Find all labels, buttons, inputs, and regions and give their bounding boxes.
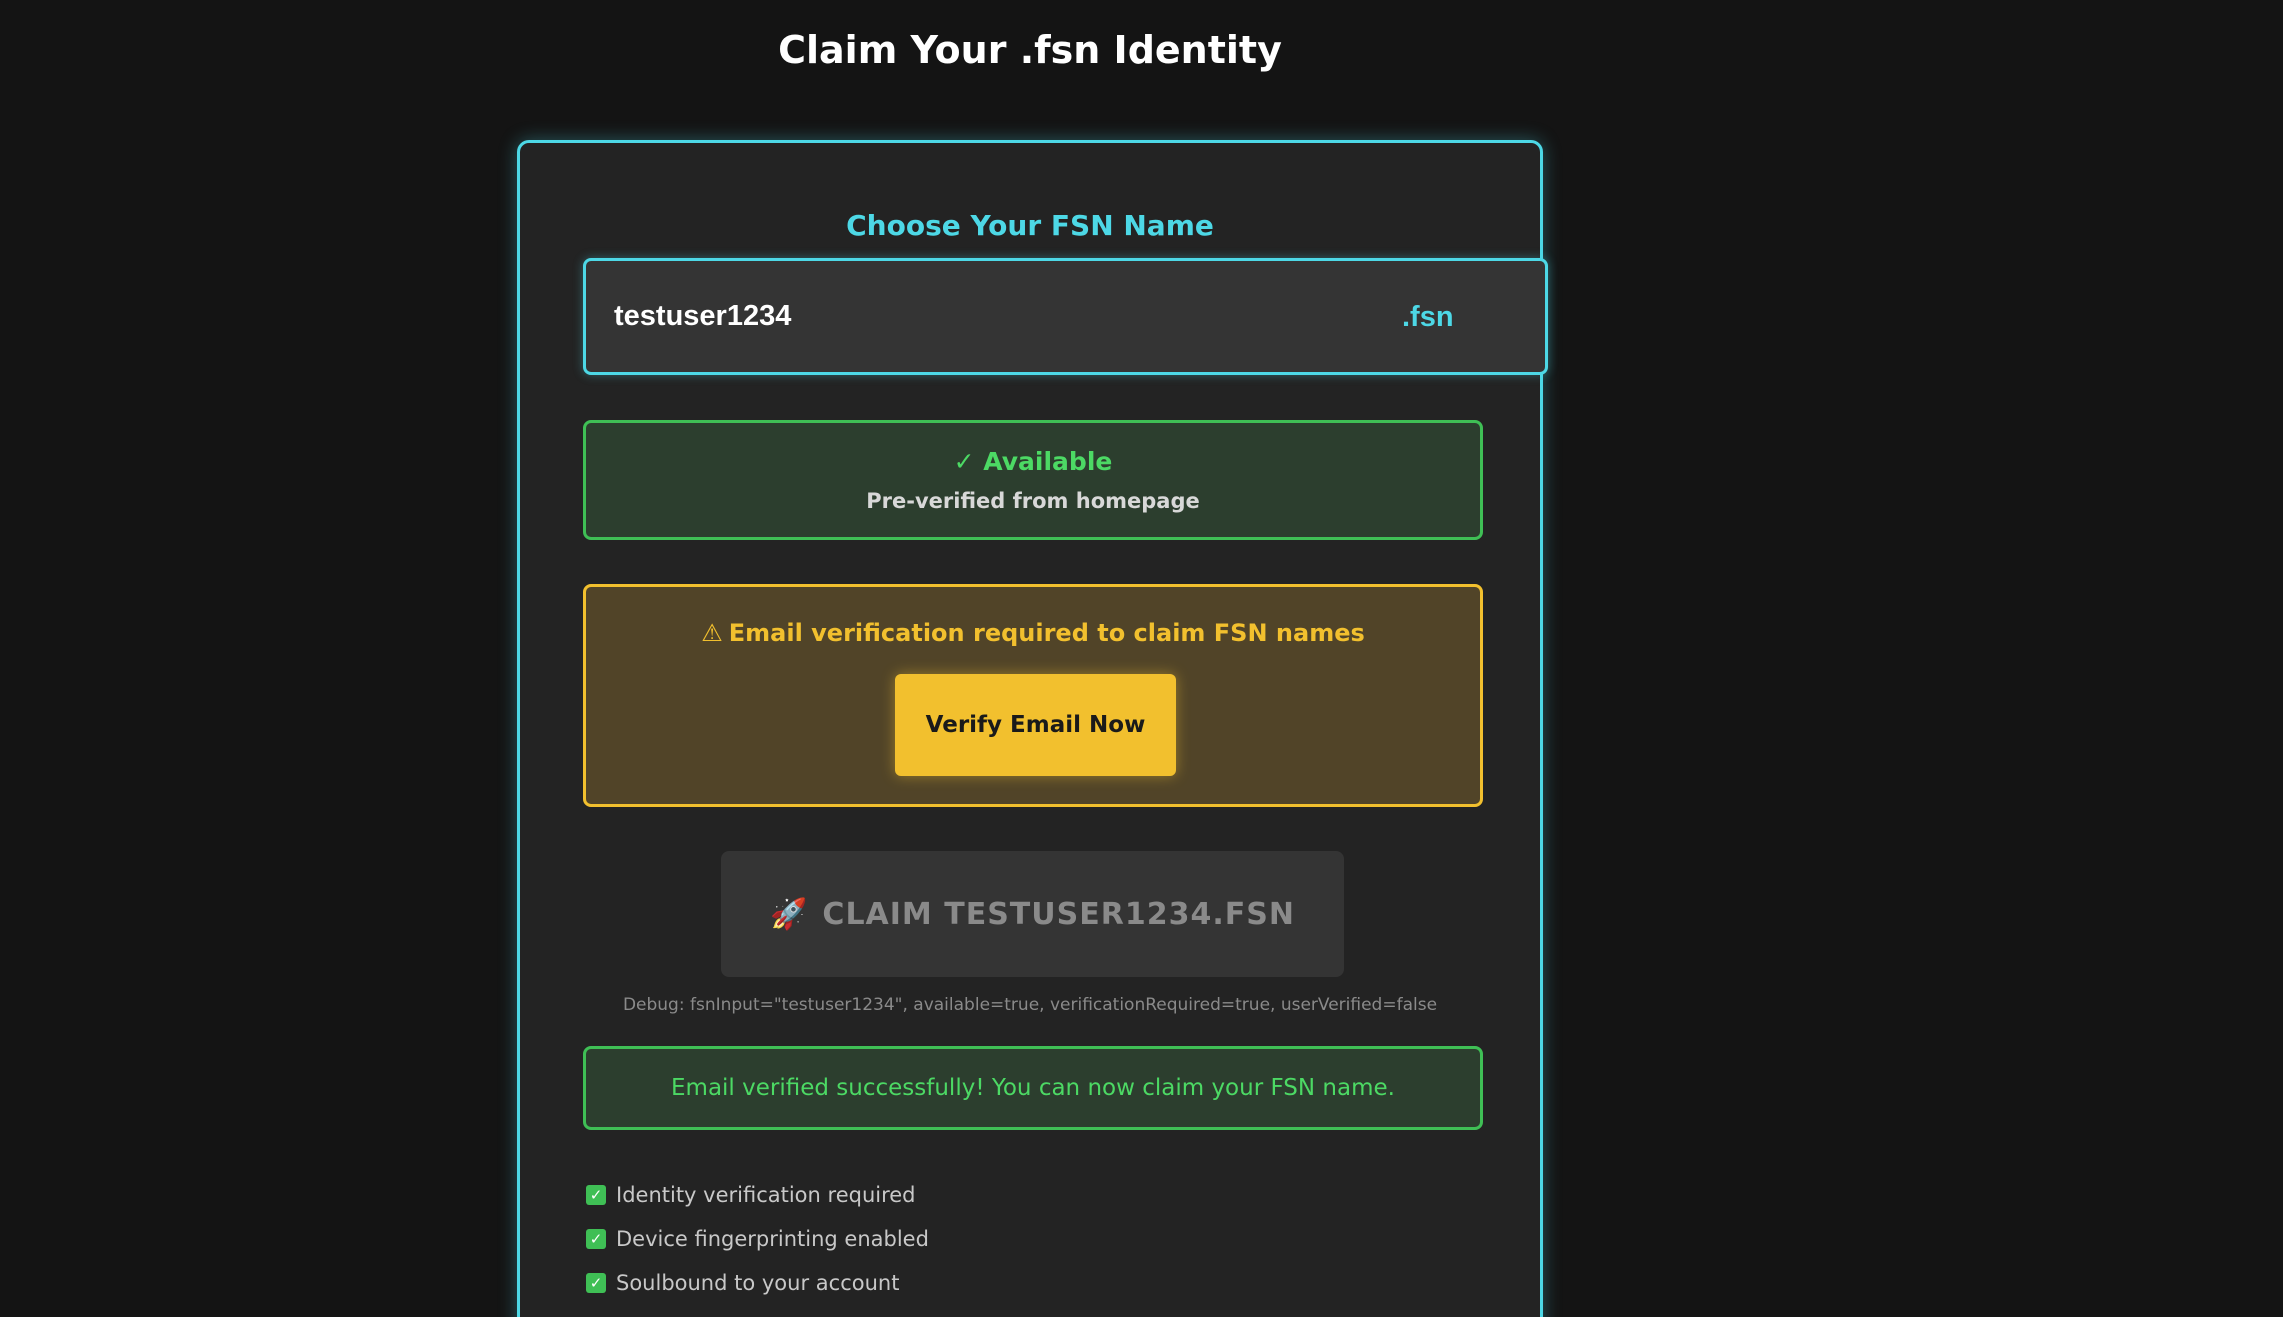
checklist-item: ✓ Soulbound to your account [586,1261,929,1305]
success-message-box: Email verified successfully! You can now… [583,1046,1483,1130]
fsn-name-field[interactable]: .fsn [583,258,1548,375]
verification-warning-box: ⚠ Email verification required to claim FS… [583,584,1483,807]
checkmark-icon: ✓ [586,1185,606,1205]
checkmark-icon: ✓ [586,1273,606,1293]
warning-icon: ⚠ [701,619,723,647]
availability-status-box: ✓ Available Pre-verified from homepage [583,420,1483,540]
name-section-label: Choose Your FSN Name [846,209,1214,242]
fsn-name-input[interactable] [614,261,1314,372]
claim-card: Choose Your FSN Name .fsn ✓ Available Pr… [517,140,1548,1317]
checkmark-icon: ✓ [586,1229,606,1249]
checklist-item: ✓ Device fingerprinting enabled [586,1217,929,1261]
success-message: Email verified successfully! You can now… [671,1075,1395,1101]
rocket-icon: 🚀 [770,896,809,932]
availability-detail: Pre-verified from homepage [866,489,1200,513]
claim-button-label: CLAIM TESTUSER1234.FSN [822,896,1295,932]
debug-text: Debug: fsnInput="testuser1234", availabl… [622,995,1438,1015]
checklist-item-label: Device fingerprinting enabled [616,1227,929,1251]
availability-status: ✓ Available [953,447,1113,476]
claim-name-button[interactable]: 🚀 CLAIM TESTUSER1234.FSN [721,851,1344,977]
feature-checklist: ✓ Identity verification required ✓ Devic… [586,1173,929,1305]
warning-message: Email verification required to claim FSN… [728,619,1365,647]
page-title: Claim Your .fsn Identity [778,28,1282,72]
checklist-item-label: Identity verification required [616,1183,916,1207]
verification-warning: ⚠ Email verification required to claim FS… [586,619,1480,647]
verify-email-button[interactable]: Verify Email Now [895,674,1176,776]
fsn-suffix: .fsn [1402,301,1454,333]
page: Claim Your .fsn Identity Choose Your FSN… [0,0,2283,1317]
checklist-item-label: Soulbound to your account [616,1271,900,1295]
checklist-item: ✓ Identity verification required [586,1173,929,1217]
